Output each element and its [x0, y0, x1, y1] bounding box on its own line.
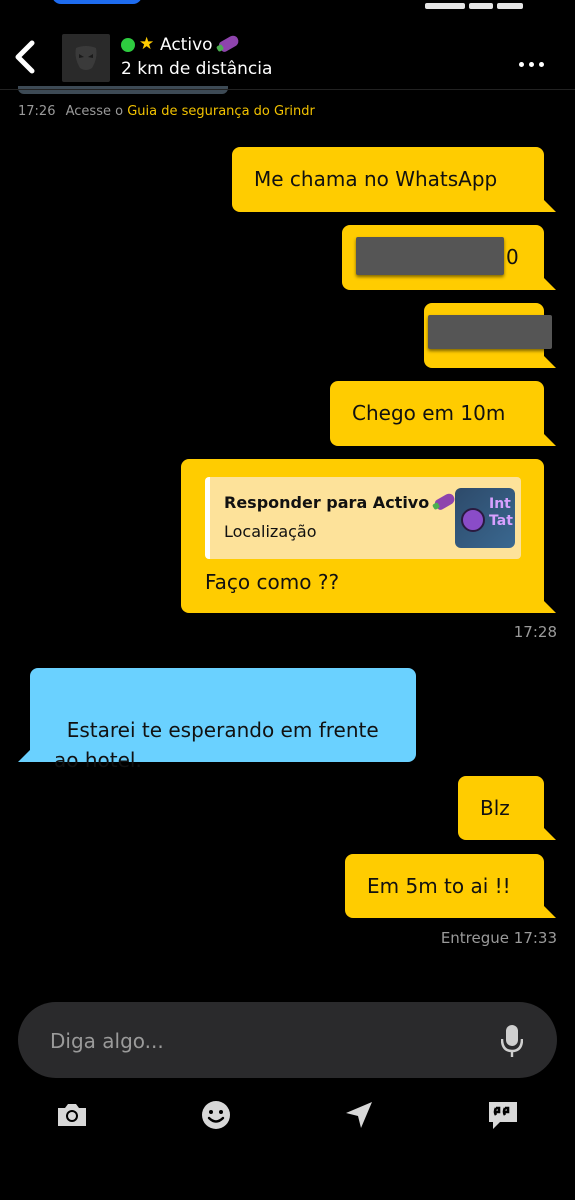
eggplant-icon [433, 491, 457, 512]
safety-guide-link[interactable]: Guia de segurança do Grindr [127, 104, 315, 119]
safety-notice-time: 17:26 [18, 104, 56, 119]
chevron-left-icon [15, 40, 35, 74]
star-icon: ★ [139, 34, 155, 54]
message-text: Blz [480, 796, 510, 820]
more-dots-icon [519, 62, 524, 67]
safety-notice: 17:26 Acesse o Guia de segurança do Grin… [18, 103, 315, 121]
profile-name[interactable]: Activo [160, 33, 240, 57]
profile-name-text: Activo [160, 35, 213, 55]
reply-title: Responder para Activo [224, 491, 457, 514]
message-bubble-outgoing[interactable]: 0 [342, 225, 556, 290]
message-bubble-outgoing[interactable]: Chego em 10m [330, 381, 556, 446]
camera-icon[interactable] [55, 1098, 89, 1132]
message-bubble-incoming[interactable]: Estarei te esperando em frente ao hotel. [18, 668, 416, 772]
grindr-mask-icon [75, 46, 97, 70]
location-arrow-icon[interactable] [342, 1098, 376, 1132]
reply-subtitle: Localização [224, 522, 317, 541]
message-bubble-outgoing[interactable]: Em 5m to ai !! [345, 854, 556, 918]
online-status-dot [121, 38, 135, 52]
message-text: 0 [506, 245, 519, 269]
message-text: Em 5m to ai !! [367, 874, 511, 898]
profile-distance: 2 km de distância [121, 59, 273, 79]
message-input[interactable] [48, 1026, 472, 1056]
microphone-icon[interactable] [501, 1024, 523, 1058]
chat-header: ★ Activo 2 km de distância [0, 28, 575, 90]
message-text: Chego em 10m [352, 401, 506, 425]
eggplant-icon [217, 33, 240, 53]
delivery-status: Entregue 17:33 [440, 929, 557, 947]
avatar[interactable] [62, 34, 110, 82]
hotel-pin-icon [461, 508, 485, 532]
message-timestamp: 17:28 [513, 623, 557, 641]
message-bubble-outgoing[interactable]: Blz [458, 776, 556, 840]
message-bubble-outgoing[interactable]: Me chama no WhatsApp [232, 147, 556, 212]
reply-quote[interactable]: Responder para Activo Localização Int Ta… [205, 477, 521, 559]
location-map-thumbnail: Int Tat [455, 488, 515, 548]
emoji-icon[interactable] [199, 1098, 233, 1132]
message-bubble-outgoing[interactable]: Responder para Activo Localização Int Ta… [181, 459, 556, 613]
status-icons [425, 0, 535, 9]
message-text: Faço como ?? [205, 570, 340, 594]
message-text: Me chama no WhatsApp [254, 167, 498, 191]
back-button[interactable] [8, 38, 42, 76]
more-options-button[interactable] [519, 52, 549, 67]
status-pill [52, 0, 142, 4]
message-bubble-outgoing[interactable] [424, 303, 556, 368]
redacted-content [356, 237, 504, 275]
redacted-content [428, 315, 552, 349]
header-divider [0, 89, 575, 90]
previous-message-peek [18, 86, 228, 94]
safety-notice-prefix: Acesse o [65, 104, 124, 119]
reply-title-text: Responder para Activo [224, 493, 430, 512]
quick-replies-icon[interactable] [486, 1098, 520, 1132]
message-composer [18, 1002, 557, 1078]
message-text: Estarei te esperando em frente ao hotel. [54, 718, 379, 772]
map-label: Int Tat [489, 496, 513, 529]
